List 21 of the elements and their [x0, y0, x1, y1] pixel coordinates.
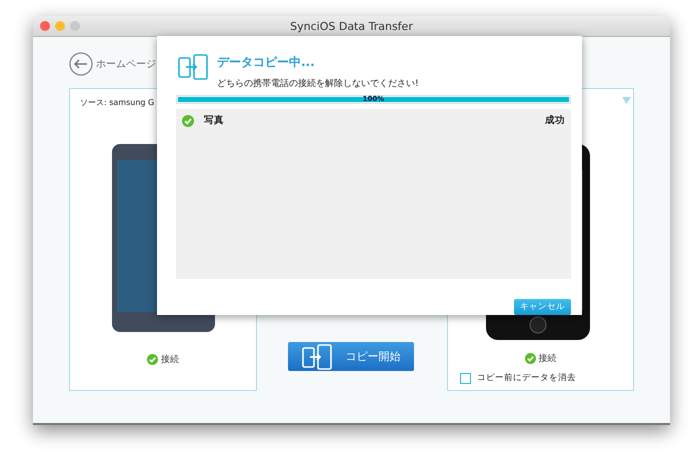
- item-result: 成功: [545, 114, 565, 127]
- checkbox[interactable]: [460, 372, 471, 384]
- checkbox-label: コピー前にデータを消去: [477, 372, 576, 384]
- phone-transfer-icon: [302, 344, 332, 370]
- source-label: ソース: samsung G: [79, 97, 156, 109]
- zoom-button[interactable]: [70, 21, 80, 31]
- connection-status: 接続: [161, 354, 179, 366]
- connection-status: 接続: [538, 352, 556, 365]
- start-copy-button[interactable]: コピー開始: [288, 342, 414, 371]
- home-button[interactable]: ホームページ: [69, 52, 156, 76]
- check-icon: [147, 354, 158, 365]
- dialog-message: どちらの携帯電話の接続を解除しないでください!: [217, 78, 419, 90]
- dropdown-caret-icon[interactable]: [622, 97, 631, 104]
- item-name: 写真: [204, 114, 224, 127]
- dialog-title: データコピー中...: [217, 54, 316, 71]
- phone-transfer-icon: [178, 54, 208, 80]
- close-button[interactable]: [40, 21, 50, 31]
- check-icon: [524, 353, 536, 364]
- cancel-button[interactable]: キャンセル: [514, 299, 571, 315]
- window-title: SynciOS Data Transfer: [290, 20, 413, 32]
- minimize-button[interactable]: [55, 21, 65, 31]
